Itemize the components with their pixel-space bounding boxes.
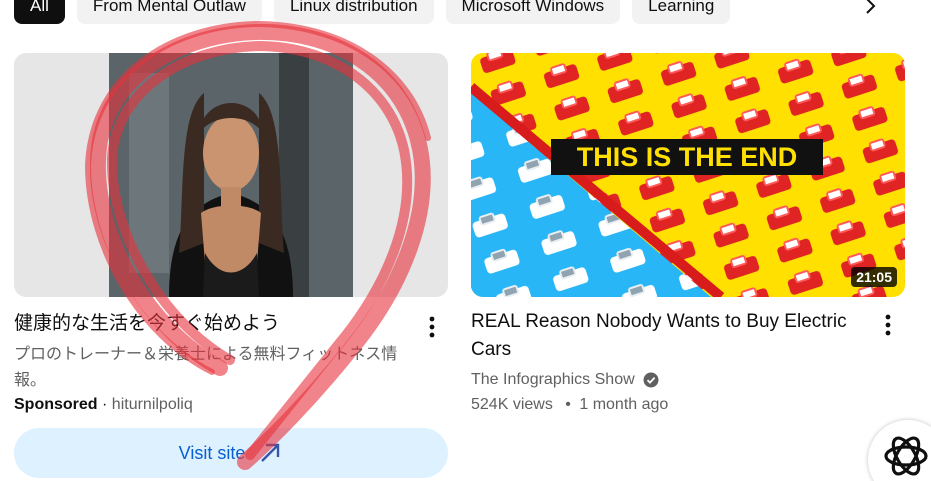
ad-meta: Sponsored · hiturnilpoliq	[14, 394, 193, 416]
ad-thumbnail[interactable]	[14, 53, 448, 297]
more-vert-icon	[429, 316, 435, 338]
ad-description: プロのトレーナー＆栄養士による無料フィットネス情報。	[14, 346, 398, 389]
ad-more-button[interactable]	[420, 312, 444, 342]
view-count: 524K views	[471, 396, 553, 413]
meta-separator: ·	[102, 396, 108, 413]
external-link-arrow-icon	[261, 443, 280, 462]
video-thumbnail[interactable]: THIS IS THE END 21:05	[471, 53, 905, 297]
chevron-right-icon	[866, 0, 876, 14]
chip-microsoft-windows[interactable]: Microsoft Windows	[445, 0, 621, 24]
advertiser-name: hiturnilpoliq	[111, 396, 193, 413]
assistant-logo-button[interactable]	[868, 420, 931, 481]
chip-all[interactable]: All	[14, 0, 65, 24]
channel-name[interactable]: The Infographics Show	[471, 371, 659, 389]
video-title[interactable]: REAL Reason Nobody Wants to Buy Electric…	[471, 308, 871, 364]
sponsored-label: Sponsored	[14, 396, 98, 413]
thumbnail-headline: THIS IS THE END	[577, 142, 798, 172]
ad-title[interactable]: 健康的な生活を今すぐ始めよう	[14, 311, 280, 337]
video-duration: 21:05	[851, 267, 897, 287]
openai-logo-icon	[884, 436, 928, 476]
chip-linux-distribution[interactable]: Linux distribution	[273, 0, 434, 24]
verified-badge-icon	[643, 372, 659, 388]
video-more-button[interactable]	[876, 310, 900, 340]
filter-chips-bar: All From Mental Outlaw Linux distributio…	[14, 0, 742, 24]
video-stats: 524K views • 1 month ago	[471, 396, 668, 414]
chips-next-button[interactable]	[852, 0, 888, 24]
chip-learning[interactable]: Learning	[632, 0, 731, 24]
visit-site-button[interactable]: Visit site	[14, 428, 448, 478]
channel-name-label: The Infographics Show	[471, 371, 635, 388]
more-vert-icon	[885, 314, 891, 336]
ad-photo	[109, 53, 353, 297]
stats-separator: •	[565, 396, 571, 413]
upload-age: 1 month ago	[579, 396, 669, 413]
visit-site-label: Visit site	[178, 442, 246, 463]
chip-from-mental-outlaw[interactable]: From Mental Outlaw	[76, 0, 262, 24]
